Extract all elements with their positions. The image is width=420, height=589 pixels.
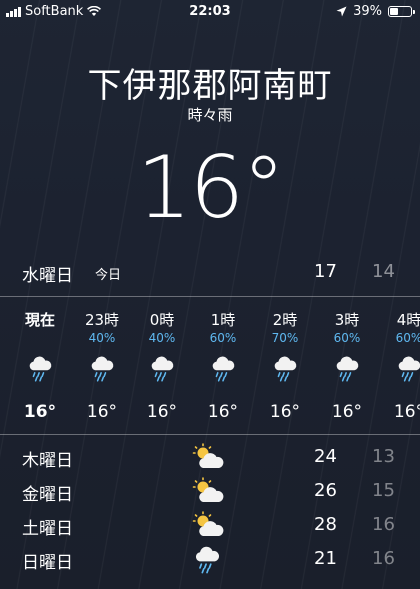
daily-row: 日曜日 21 16	[0, 542, 420, 576]
today-high: 17	[314, 261, 337, 282]
daily-day: 木曜日	[22, 451, 73, 471]
daily-day: 日曜日	[22, 553, 73, 573]
hourly-temp: 16°	[393, 402, 420, 422]
hourly-time: 2時	[272, 311, 298, 329]
current-condition: 時々雨	[187, 106, 233, 124]
daily-row: 土曜日 28 16	[0, 508, 420, 542]
daily-high: 26	[314, 480, 337, 501]
sun-behind-cloud-icon	[192, 511, 224, 539]
location-arrow-icon	[336, 6, 347, 17]
hourly-time: 1時	[210, 311, 236, 329]
hourly-precip-chance: 60%	[209, 331, 237, 345]
current-temperature: 16°	[136, 138, 285, 238]
daily-high: 21	[314, 548, 337, 569]
hourly-precip-chance: 60%	[395, 331, 420, 345]
hourly-precip-chance	[15, 330, 65, 346]
hourly-item: 1時 60% 16°	[198, 300, 248, 422]
daily-day: 金曜日	[22, 485, 73, 505]
divider-bottom	[0, 434, 420, 435]
hourly-precip-chance: 40%	[88, 331, 116, 345]
daily-row: 木曜日 24 13	[0, 440, 420, 474]
rain-cloud-icon	[260, 348, 310, 388]
daily-low: 15	[372, 480, 395, 501]
sun-behind-cloud-icon	[192, 443, 224, 471]
sun-behind-cloud-icon	[192, 477, 224, 505]
rain-cloud-icon	[137, 348, 187, 388]
hourly-item: 23時 40% 16°	[77, 300, 127, 422]
hourly-item: 現在 16°	[15, 300, 65, 422]
today-day: 水曜日	[22, 266, 73, 286]
hourly-temp: 16°	[86, 402, 118, 422]
today-low: 14	[372, 261, 395, 282]
hourly-temp: 16°	[146, 402, 178, 422]
hourly-precip-chance: 70%	[271, 331, 299, 345]
battery-level	[390, 8, 398, 15]
hourly-precip-chance: 60%	[333, 331, 361, 345]
daily-row: 金曜日 26 15	[0, 474, 420, 508]
daily-forecast[interactable]: 木曜日 24 13 金曜日 26 15 土曜日 28 16 日曜日 21 16	[0, 440, 420, 576]
hourly-time: 3時	[334, 311, 360, 329]
hourly-temp: 16°	[207, 402, 239, 422]
hourly-time: 現在	[24, 311, 55, 329]
battery-icon	[388, 6, 415, 17]
rain-cloud-icon	[198, 348, 248, 388]
status-bar: SoftBank 22:03 39%	[0, 0, 420, 24]
rain-cloud-icon	[322, 348, 372, 388]
hourly-temp: 16°	[269, 402, 301, 422]
rain-cloud-icon	[77, 348, 127, 388]
rain-cloud-icon	[15, 348, 65, 388]
hourly-precip-chance: 40%	[148, 331, 176, 345]
hourly-temp: 16°	[23, 402, 57, 422]
rain-cloud-icon	[384, 348, 420, 388]
hourly-item: 4時 60% 16°	[384, 300, 420, 422]
divider-top	[0, 296, 420, 297]
daily-day: 土曜日	[22, 519, 73, 539]
daily-high: 24	[314, 446, 337, 467]
location-name: 下伊那郡阿南町	[87, 66, 333, 106]
hourly-item: 2時 70% 16°	[260, 300, 310, 422]
hourly-forecast[interactable]: 現在 16° 23時 40% 16° 0時 40% 16° 1時 60% 16° 2時 70% 16° 3時…	[0, 300, 420, 430]
battery-percent: 39%	[353, 4, 382, 19]
today-label: 今日	[95, 268, 122, 283]
hourly-temp: 16°	[331, 402, 363, 422]
daily-low: 13	[372, 446, 395, 467]
daily-high: 28	[314, 514, 337, 535]
hourly-time: 4時	[396, 311, 420, 329]
hourly-item: 3時 60% 16°	[322, 300, 372, 422]
rain-cloud-icon	[192, 545, 224, 574]
today-summary: 水曜日 今日 17 14	[0, 258, 420, 288]
hourly-time: 0時	[149, 311, 175, 329]
hourly-time: 23時	[84, 311, 120, 329]
hourly-item: 0時 40% 16°	[137, 300, 187, 422]
daily-low: 16	[372, 548, 395, 569]
daily-low: 16	[372, 514, 395, 535]
